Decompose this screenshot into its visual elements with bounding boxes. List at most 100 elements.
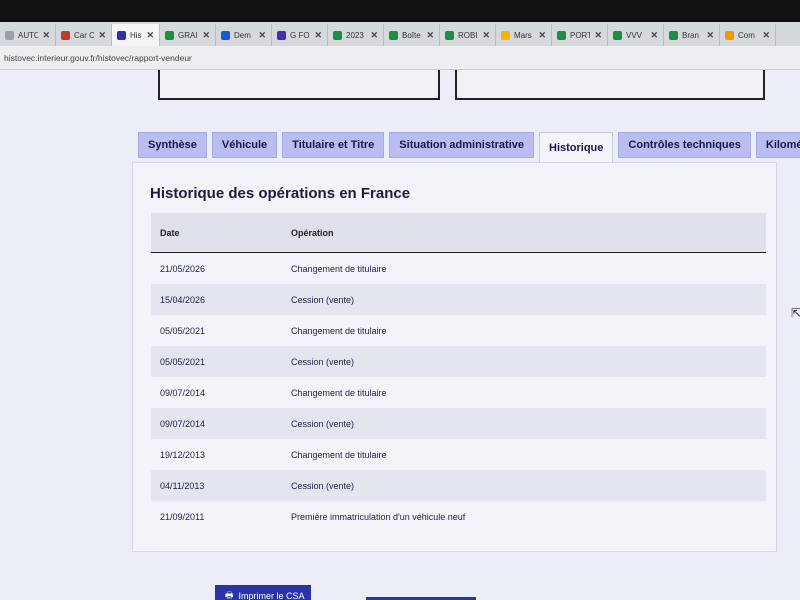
row-operation: Cession (vente)	[291, 480, 355, 491]
screen-bezel	[0, 0, 800, 22]
row-operation: Première immatriculation d'un véhicule n…	[291, 511, 466, 522]
browser-tab-label: Boîte	[402, 30, 421, 40]
tab-kilom-trage[interactable]: Kilométrage	[755, 132, 800, 158]
url-text: histovec.interieur.gouv.fr/histovec/rapp…	[4, 52, 192, 63]
table-body: 21/05/2026 Changement de titulaire 15/04/2…	[151, 253, 766, 532]
browser-tab[interactable]: Com ✕	[720, 24, 776, 46]
tab-v-hicule[interactable]: Véhicule	[211, 132, 278, 158]
address-bar[interactable]: histovec.interieur.gouv.fr/histovec/rapp…	[0, 46, 800, 70]
table-row: 09/07/2014 Changement de titulaire	[151, 377, 766, 408]
close-tab-icon[interactable]: ✕	[706, 30, 714, 41]
close-tab-icon[interactable]: ✕	[146, 30, 154, 41]
table-row: 21/05/2026 Changement de titulaire	[151, 253, 766, 284]
browser-tab-label: ROBI	[458, 30, 478, 40]
browser-tab[interactable]: Boîte ✕	[384, 24, 440, 46]
favicon-icon	[117, 30, 126, 40]
favicon-icon	[613, 30, 622, 40]
tab-titulaire-et-titre[interactable]: Titulaire et Titre	[282, 132, 385, 158]
browser-tab[interactable]: G FO ✕	[272, 24, 328, 46]
table-header: Date Opération	[151, 213, 766, 253]
row-date: 21/09/2011	[160, 511, 205, 522]
favicon-icon	[221, 30, 230, 40]
row-operation: Changement de titulaire	[291, 387, 387, 398]
column-header-date: Date	[160, 227, 180, 238]
report-tabs: Synthèse Véhicule Titulaire et Titre Situat…	[138, 132, 800, 162]
browser-tab[interactable]: PORT ✕	[552, 24, 608, 46]
browser-tab-strip: AUTO✕Car Cr✕Histo✕GRAI✕Dem✕G FO✕2023✕Boî…	[0, 22, 800, 46]
row-operation: Cession (vente)	[291, 294, 355, 305]
browser-tab[interactable]: Histo ✕	[112, 24, 160, 46]
row-operation: Changement de titulaire	[291, 325, 387, 336]
row-date: 21/05/2026	[160, 263, 206, 274]
favicon-icon	[669, 30, 678, 40]
top-info-box-right	[455, 70, 765, 100]
close-tab-icon[interactable]: ✕	[98, 30, 106, 41]
column-header-operation: Opération	[291, 227, 334, 238]
table-row: 05/05/2021 Cession (vente)	[151, 346, 766, 377]
row-date: 19/12/2013	[160, 449, 206, 460]
browser-tab[interactable]: GRAI ✕	[160, 24, 216, 46]
browser-tab-label: Car Cr	[74, 30, 95, 40]
favicon-icon	[333, 30, 342, 40]
history-panel: Historique des opérations en France Date…	[132, 162, 777, 552]
tab-historique[interactable]: Historique	[539, 132, 614, 162]
browser-tab[interactable]: 2023 ✕	[328, 24, 384, 46]
browser-tab[interactable]: Bran ✕	[664, 24, 720, 46]
browser-tab[interactable]: Car Cr✕	[56, 24, 112, 46]
browser-tab-label: 2023	[346, 30, 364, 40]
browser-tab[interactable]: ROBI ✕	[440, 24, 496, 46]
browser-tab-label: Dem	[234, 30, 251, 40]
row-operation: Cession (vente)	[291, 418, 355, 429]
browser-tab-label: G FO	[290, 30, 310, 40]
page-content: Synthèse Véhicule Titulaire et Titre Situat…	[0, 70, 800, 600]
favicon-icon	[5, 30, 14, 40]
browser-tab[interactable]: AUTO ✕	[0, 24, 56, 46]
close-tab-icon[interactable]: ✕	[426, 30, 434, 41]
close-tab-icon[interactable]: ✕	[650, 30, 658, 41]
favicon-icon	[165, 30, 174, 40]
close-tab-icon[interactable]: ✕	[314, 30, 322, 41]
browser-tab-label: VVV	[626, 30, 643, 40]
favicon-icon	[501, 30, 510, 40]
tab-situation-administrative[interactable]: Situation administrative	[389, 132, 534, 158]
table-row: 09/07/2014 Cession (vente)	[151, 408, 766, 439]
close-tab-icon[interactable]: ✕	[258, 30, 266, 41]
browser-tab[interactable]: Mars ✕	[496, 24, 552, 46]
close-tab-icon[interactable]: ✕	[482, 30, 490, 41]
tab-contr-les-techniques[interactable]: Contrôles techniques	[618, 132, 751, 158]
row-date: 04/11/2013	[160, 480, 205, 491]
browser-tab-label: PORT	[570, 30, 591, 40]
browser-tab-label: AUTO	[18, 30, 39, 40]
row-date: 05/05/2021	[160, 356, 206, 367]
row-operation: Cession (vente)	[291, 356, 355, 367]
browser-tab-label: Mars	[514, 30, 532, 40]
mouse-cursor-icon: ⇱	[791, 306, 800, 320]
history-title: Historique des opérations en France	[150, 185, 411, 202]
favicon-icon	[61, 30, 70, 40]
table-row: 04/11/2013 Cession (vente)	[151, 470, 766, 501]
close-tab-icon[interactable]: ✕	[42, 30, 50, 41]
history-table: Date Opération 21/05/2026 Changement de t…	[151, 213, 766, 532]
row-date: 09/07/2014	[160, 387, 206, 398]
browser-tab-label: Com	[738, 30, 755, 40]
favicon-icon	[389, 30, 398, 40]
browser-tab[interactable]: Dem ✕	[216, 24, 272, 46]
row-date: 15/04/2026	[160, 294, 206, 305]
favicon-icon	[557, 30, 566, 40]
browser-tab-label: Bran	[682, 30, 699, 40]
close-tab-icon[interactable]: ✕	[762, 30, 770, 41]
row-operation: Changement de titulaire	[291, 263, 387, 274]
close-tab-icon[interactable]: ✕	[594, 30, 602, 41]
browser-tab[interactable]: VVV ✕	[608, 24, 664, 46]
favicon-icon	[277, 30, 286, 40]
table-row: 21/09/2011 Première immatriculation d'un …	[151, 501, 766, 532]
browser-tab-label: GRAI	[178, 30, 198, 40]
tab-synth-se[interactable]: Synthèse	[138, 132, 207, 158]
close-tab-icon[interactable]: ✕	[370, 30, 378, 41]
print-button[interactable]: 🖶 Imprimer le CSA	[215, 585, 311, 600]
close-tab-icon[interactable]: ✕	[538, 30, 546, 41]
close-tab-icon[interactable]: ✕	[202, 30, 210, 41]
browser-tab-label: Histo	[130, 30, 142, 40]
table-row: 15/04/2026 Cession (vente)	[151, 284, 766, 315]
favicon-icon	[445, 30, 454, 40]
